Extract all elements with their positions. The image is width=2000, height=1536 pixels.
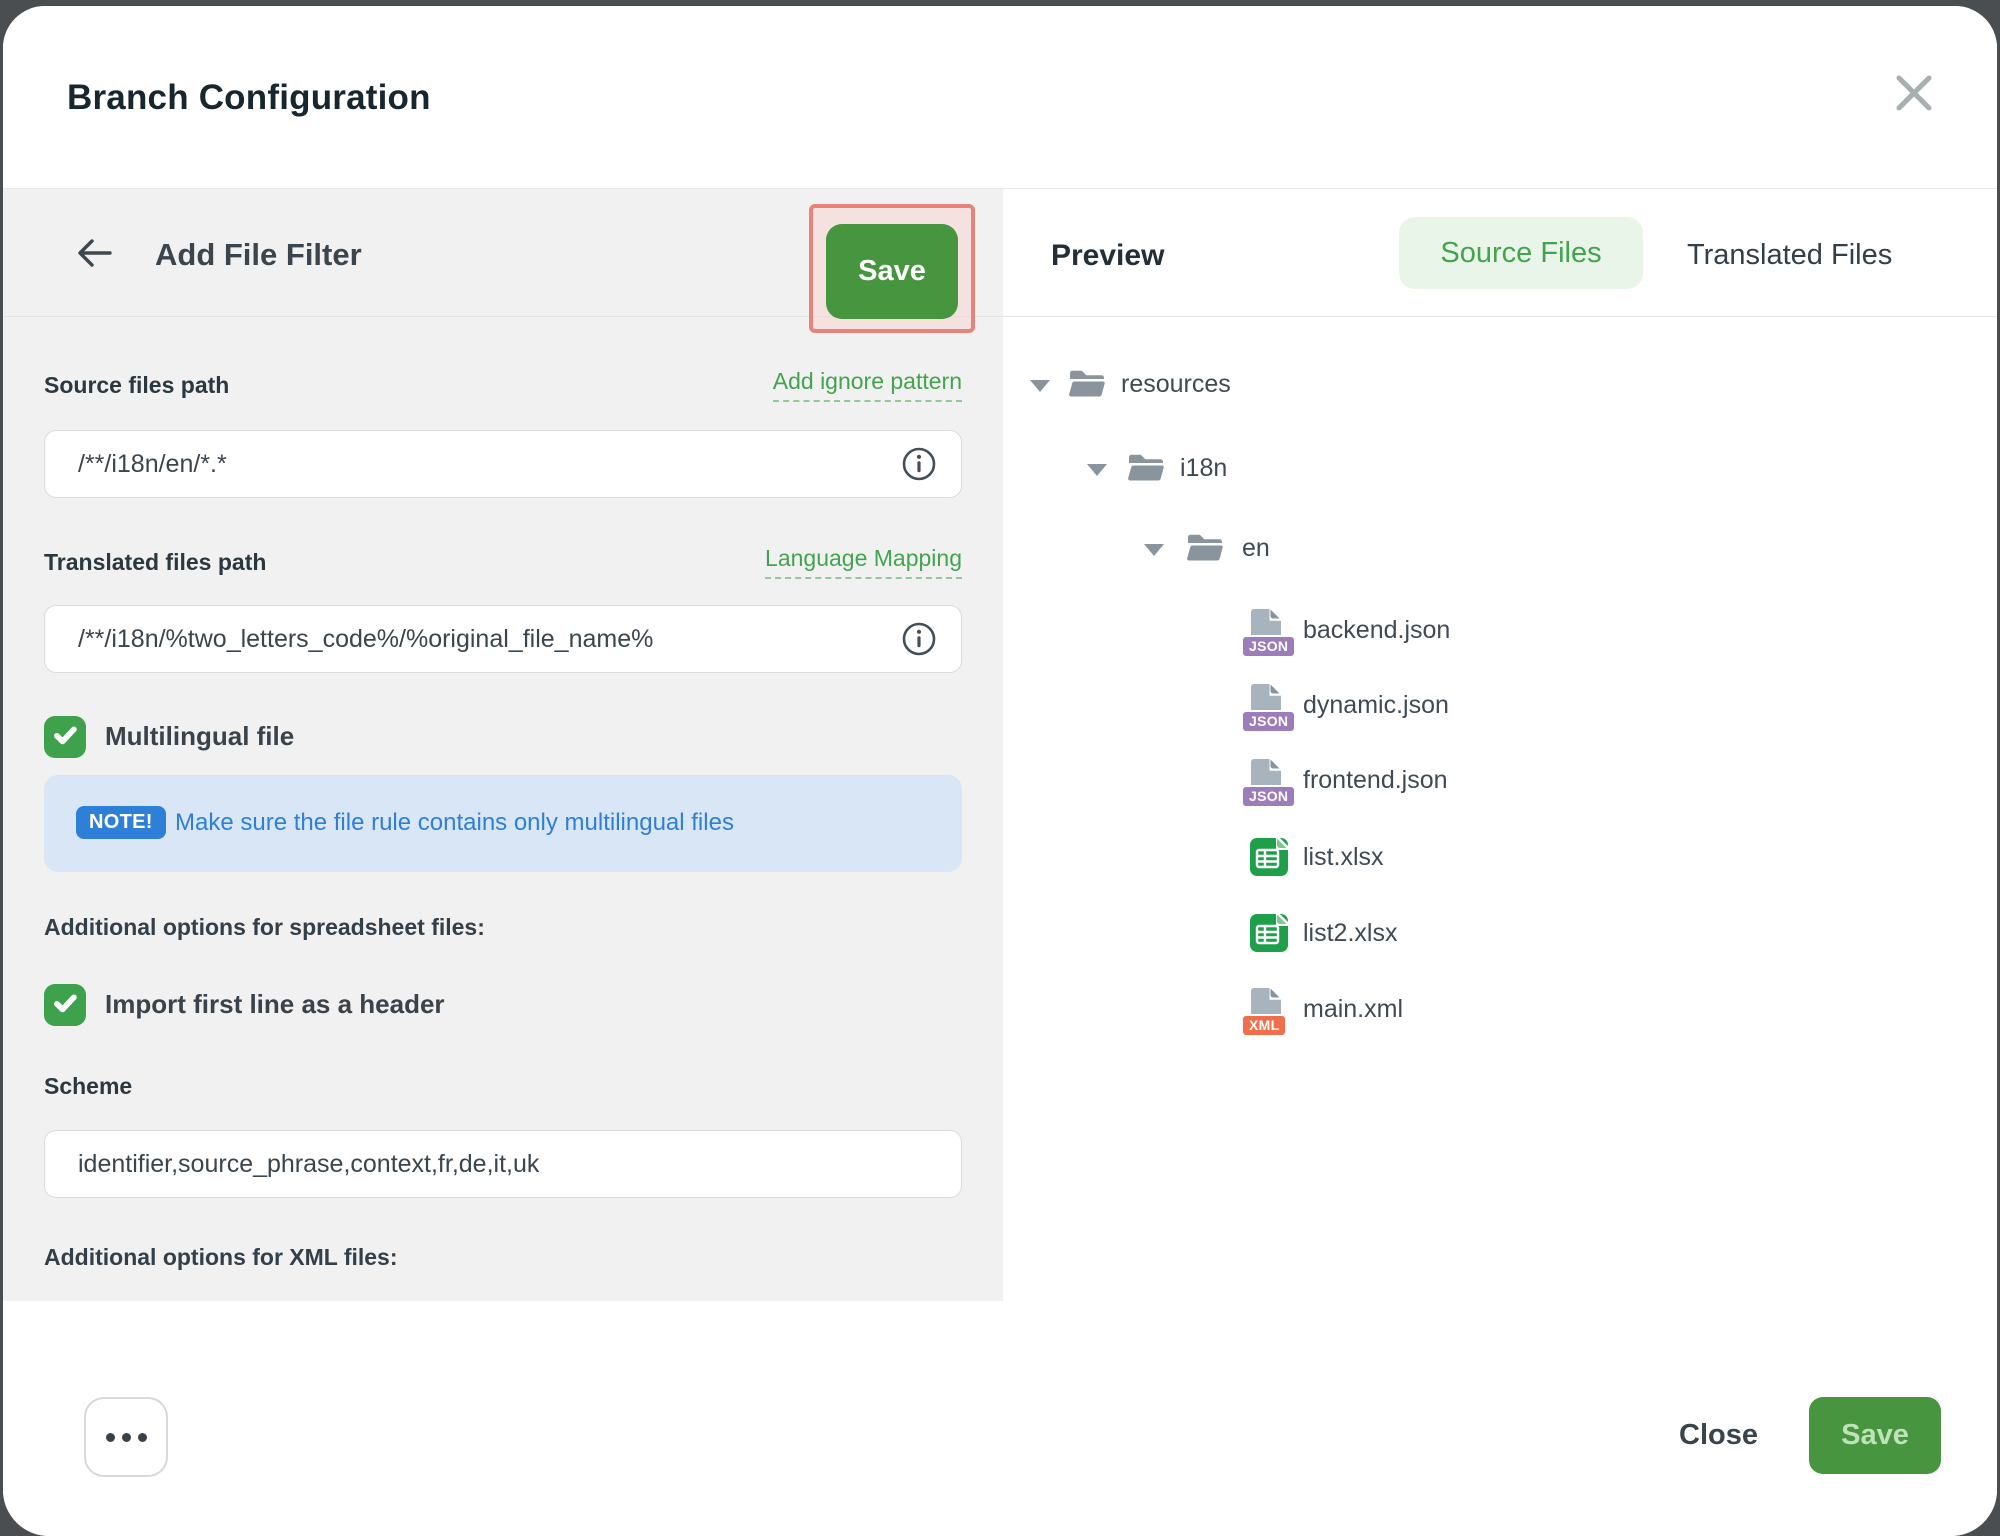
close-button[interactable] xyxy=(1887,66,1941,120)
tree-row-i18n[interactable]: i18n xyxy=(1003,442,1997,494)
source-files-path-label: Source files path xyxy=(44,372,229,399)
folder-open-icon xyxy=(1067,368,1107,405)
import-first-line-checkbox[interactable] xyxy=(44,984,86,1026)
note-box: NOTE! Make sure the file rule contains o… xyxy=(44,775,962,872)
json-file-icon: JSON xyxy=(1249,607,1283,656)
tab-translated-files[interactable]: Translated Files xyxy=(1687,239,1892,272)
folder-name: i18n xyxy=(1180,442,1227,494)
branch-configuration-modal: Branch Configuration Add File Filter Pre… xyxy=(3,6,1997,1536)
page-title: Branch Configuration xyxy=(67,78,431,118)
import-first-line-label: Import first line as a header xyxy=(105,989,445,1020)
info-icon[interactable] xyxy=(901,621,937,657)
caret-down-icon[interactable] xyxy=(1030,380,1050,392)
save-modal-button[interactable]: Save xyxy=(1809,1397,1941,1474)
preview-toolbar: Preview Source Files Translated Files xyxy=(1003,189,1997,316)
scheme-input[interactable] xyxy=(44,1130,962,1198)
xml-options-heading: Additional options for XML files: xyxy=(44,1244,398,1271)
caret-down-icon[interactable] xyxy=(1087,464,1107,476)
caret-down-icon[interactable] xyxy=(1144,544,1164,556)
file-name: main.xml xyxy=(1303,983,1403,1035)
folder-open-icon xyxy=(1126,452,1166,489)
note-text: Make sure the file rule contains only mu… xyxy=(175,809,734,837)
tree-row-en[interactable]: en xyxy=(1003,522,1997,574)
xlsx-file-icon xyxy=(1249,913,1289,958)
close-icon xyxy=(1887,107,1941,124)
file-tree-panel: resources i18n en JSON backend.json JSON dynam… xyxy=(1003,317,1997,1301)
tab-translated-files-label: Translated Files xyxy=(1687,239,1892,271)
xml-file-icon: XML xyxy=(1249,986,1283,1035)
folder-name: resources xyxy=(1121,358,1231,410)
file-name: frontend.json xyxy=(1303,754,1448,806)
json-badge: JSON xyxy=(1241,785,1296,808)
tree-row-list.xlsx[interactable]: list.xlsx xyxy=(1003,831,1997,883)
tree-row-main.xml[interactable]: XML main.xml xyxy=(1003,983,1997,1035)
file-name: list2.xlsx xyxy=(1303,907,1397,959)
json-file-icon: JSON xyxy=(1249,682,1283,731)
file-name: backend.json xyxy=(1303,604,1450,656)
scheme-label: Scheme xyxy=(44,1073,132,1100)
more-options-button[interactable] xyxy=(84,1397,168,1477)
language-mapping-link[interactable]: Language Mapping xyxy=(765,545,962,579)
translated-files-path-input[interactable] xyxy=(44,605,962,673)
modal-footer: Close Save xyxy=(3,1301,1997,1536)
filter-title: Add File Filter xyxy=(155,237,362,273)
json-badge: JSON xyxy=(1241,635,1296,658)
info-icon[interactable] xyxy=(901,446,937,482)
back-button[interactable] xyxy=(75,236,115,270)
folder-open-icon xyxy=(1185,532,1225,569)
translated-files-path-label: Translated files path xyxy=(44,549,266,576)
checkmark-icon xyxy=(48,718,82,757)
xml-badge: XML xyxy=(1241,1014,1287,1037)
arrow-left-icon xyxy=(75,257,115,274)
multilingual-checkbox[interactable] xyxy=(44,716,86,758)
toolbar: Add File Filter Preview Source Files Tra… xyxy=(3,189,1997,317)
tree-row-list2.xlsx[interactable]: list2.xlsx xyxy=(1003,907,1997,959)
folder-name: en xyxy=(1242,522,1270,574)
file-name: dynamic.json xyxy=(1303,679,1449,731)
multilingual-checkbox-label: Multilingual file xyxy=(105,721,294,752)
modal-body: Source files path Add ignore pattern Tra… xyxy=(3,317,1997,1301)
modal-header: Branch Configuration xyxy=(3,6,1997,189)
source-files-path-input[interactable] xyxy=(44,430,962,498)
tree-row-resources[interactable]: resources xyxy=(1003,358,1997,410)
json-badge: JSON xyxy=(1241,710,1296,733)
spreadsheet-options-heading: Additional options for spreadsheet files… xyxy=(44,914,485,941)
close-modal-button[interactable]: Close xyxy=(1679,1419,1758,1452)
tree-row-backend.json[interactable]: JSON backend.json xyxy=(1003,604,1997,656)
xlsx-file-icon xyxy=(1249,837,1289,882)
ellipsis-icon xyxy=(106,1433,147,1442)
file-name: list.xlsx xyxy=(1303,831,1384,883)
tab-source-files[interactable]: Source Files xyxy=(1399,217,1643,289)
tree-row-frontend.json[interactable]: JSON frontend.json xyxy=(1003,754,1997,806)
checkmark-icon xyxy=(48,986,82,1025)
file-filter-form: Source files path Add ignore pattern Tra… xyxy=(3,317,1003,1301)
preview-title: Preview xyxy=(1051,239,1164,273)
save-highlight-overlay: Save xyxy=(809,204,975,333)
add-ignore-pattern-link[interactable]: Add ignore pattern xyxy=(773,368,962,402)
tab-source-files-label: Source Files xyxy=(1440,237,1601,270)
tree-row-dynamic.json[interactable]: JSON dynamic.json xyxy=(1003,679,1997,731)
save-filter-button[interactable]: Save xyxy=(826,224,958,319)
note-badge: NOTE! xyxy=(76,806,166,839)
json-file-icon: JSON xyxy=(1249,757,1283,806)
